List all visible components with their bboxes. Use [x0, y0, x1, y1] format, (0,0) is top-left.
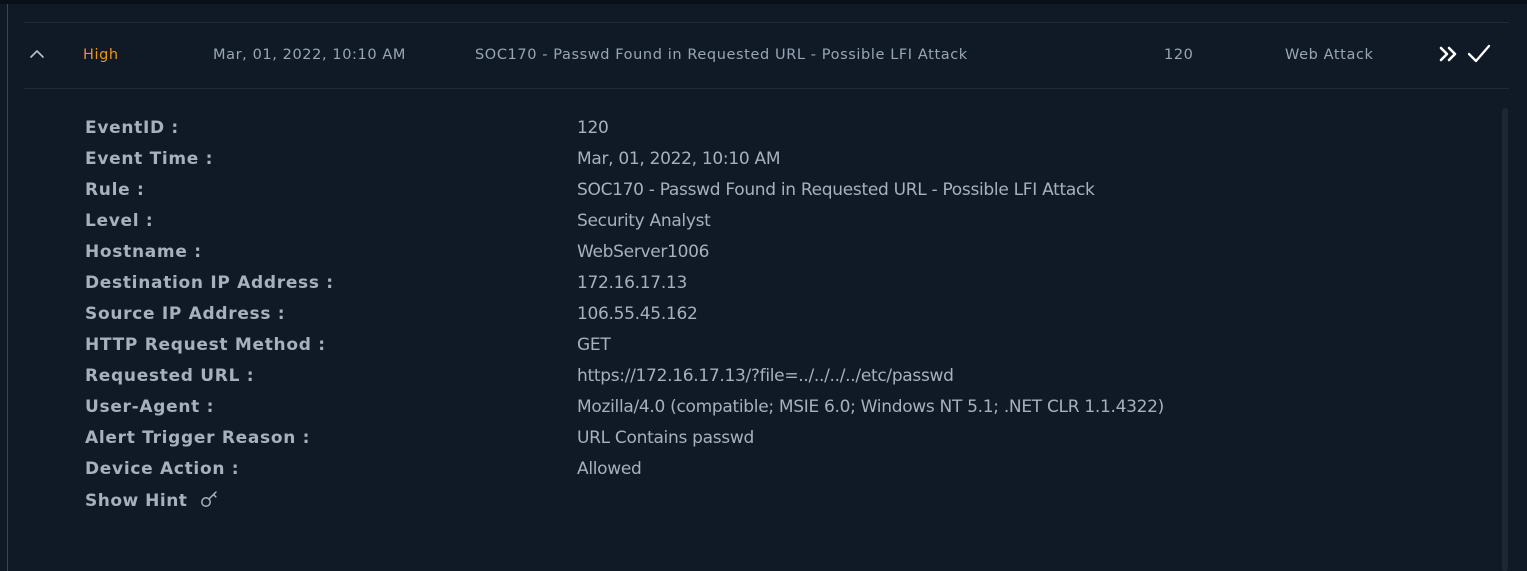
detail-label: Destination IP Address : [85, 273, 334, 293]
detail-row: Device Action : Allowed [0, 451, 1480, 482]
detail-label: Requested URL : [85, 366, 255, 386]
key-icon [200, 491, 217, 507]
detail-label: Rule : [85, 180, 145, 200]
detail-row: Rule : SOC170 - Passwd Found in Requeste… [0, 172, 1480, 203]
scrollbar[interactable] [1502, 108, 1508, 571]
detail-label: User-Agent : [85, 397, 215, 417]
detail-label: Event Time : [85, 149, 214, 169]
severity-badge: High [83, 47, 119, 63]
detail-label: Device Action : [85, 459, 240, 479]
alert-event-id: 120 [1164, 47, 1194, 63]
show-hint-label: Show Hint [85, 491, 188, 511]
alert-rule: SOC170 - Passwd Found in Requested URL -… [475, 47, 968, 63]
detail-value: SOC170 - Passwd Found in Requested URL -… [577, 180, 1095, 200]
chevron-up-icon[interactable] [28, 45, 48, 61]
detail-row: HTTP Request Method : GET [0, 327, 1480, 358]
row-divider-bottom [24, 88, 1509, 89]
detail-value: URL Contains passwd [577, 428, 754, 448]
detail-label: HTTP Request Method : [85, 335, 326, 355]
detail-value: 106.55.45.162 [577, 304, 698, 324]
detail-value: 172.16.17.13 [577, 273, 687, 293]
detail-value: Mar, 01, 2022, 10:10 AM [577, 149, 781, 169]
detail-row: Hostname : WebServer1006 [0, 234, 1480, 265]
detail-row: Destination IP Address : 172.16.17.13 [0, 265, 1480, 296]
detail-row: Level : Security Analyst [0, 203, 1480, 234]
detail-value: Mozilla/4.0 (compatible; MSIE 6.0; Windo… [577, 397, 1164, 417]
double-chevron-right-icon[interactable] [1436, 41, 1462, 67]
top-divider [0, 0, 1527, 4]
detail-value: GET [577, 335, 611, 355]
detail-row: Event Time : Mar, 01, 2022, 10:10 AM [0, 141, 1480, 172]
detail-row: Source IP Address : 106.55.45.162 [0, 296, 1480, 327]
detail-label: Source IP Address : [85, 304, 286, 324]
show-hint-button[interactable]: Show Hint [85, 490, 220, 511]
alert-datetime: Mar, 01, 2022, 10:10 AM [213, 47, 406, 63]
detail-label: EventID : [85, 118, 179, 138]
detail-label: Hostname : [85, 242, 202, 262]
detail-row: Requested URL : https://172.16.17.13/?fi… [0, 358, 1480, 389]
detail-value: WebServer1006 [577, 242, 710, 262]
detail-value: Allowed [577, 459, 642, 479]
detail-row: User-Agent : Mozilla/4.0 (compatible; MS… [0, 389, 1480, 420]
check-icon[interactable] [1466, 41, 1492, 67]
detail-label: Level : [85, 211, 154, 231]
alert-row[interactable]: High Mar, 01, 2022, 10:10 AM SOC170 - Pa… [0, 23, 1527, 88]
detail-value: https://172.16.17.13/?file=../../../../e… [577, 366, 954, 386]
alert-type: Web Attack [1285, 47, 1374, 63]
detail-row: EventID : 120 [0, 110, 1480, 141]
detail-value: 120 [577, 118, 609, 138]
detail-label: Alert Trigger Reason : [85, 428, 311, 448]
detail-row: Alert Trigger Reason : URL Contains pass… [0, 420, 1480, 451]
detail-value: Security Analyst [577, 211, 711, 231]
alert-panel: High Mar, 01, 2022, 10:10 AM SOC170 - Pa… [0, 0, 1527, 571]
